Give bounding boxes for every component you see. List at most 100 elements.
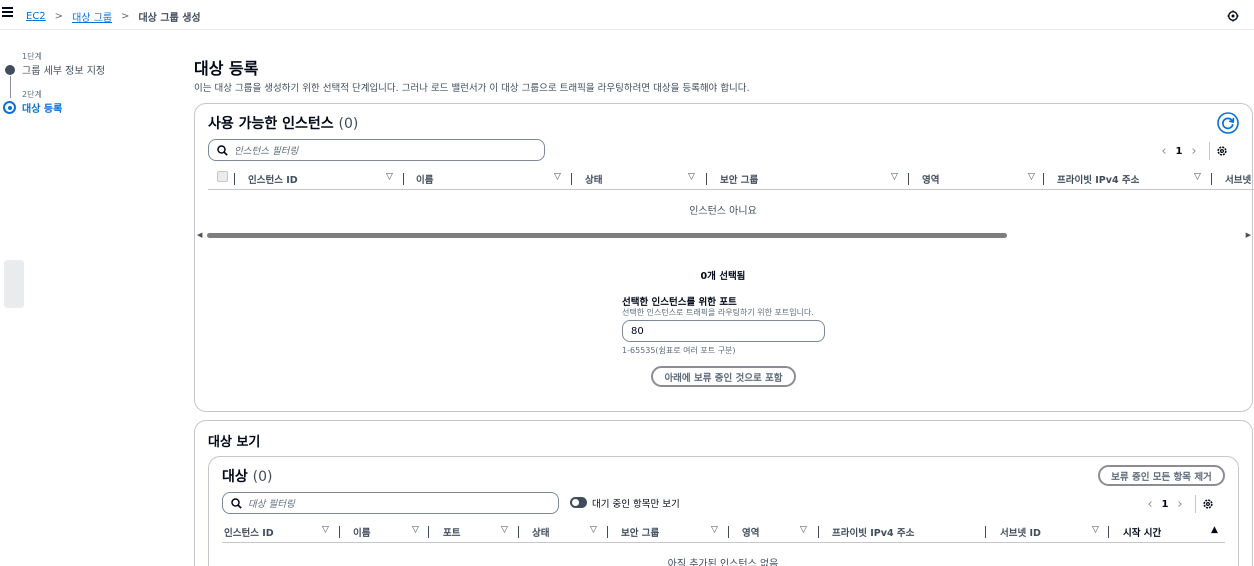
- column-separator: [571, 173, 572, 185]
- gear-icon[interactable]: [1202, 498, 1214, 510]
- column-port[interactable]: 포트: [443, 525, 460, 539]
- column-name[interactable]: 이름: [416, 172, 433, 186]
- column-separator: [518, 526, 519, 538]
- scrollbar-thumb[interactable]: [207, 233, 1007, 238]
- available-instances-heading: 사용 가능한 인스턴스 (0): [208, 113, 358, 133]
- column-subnet-id[interactable]: 서브넷 ID: [1000, 525, 1041, 539]
- column-separator: [428, 526, 429, 538]
- breadcrumb-current: 대상 그룹 생성: [138, 13, 201, 24]
- column-separator: [1108, 526, 1109, 538]
- previous-page-icon[interactable]: ‹: [1155, 144, 1173, 159]
- column-state[interactable]: 상태: [532, 525, 549, 539]
- toggle-knob: [572, 499, 579, 506]
- include-as-pending-button[interactable]: 아래에 보류 중인 것으로 포함: [651, 366, 796, 387]
- sort-caret-icon[interactable]: ▽: [688, 172, 695, 182]
- scroll-left-icon[interactable]: ◀: [197, 231, 202, 239]
- scroll-right-icon[interactable]: ▶: [1246, 231, 1251, 239]
- port-label: 선택한 인스턴스를 위한 포트: [622, 297, 737, 308]
- page-number[interactable]: 1: [1159, 499, 1171, 510]
- targets-title: 대상: [222, 469, 248, 485]
- column-state[interactable]: 상태: [585, 172, 602, 186]
- sort-caret-icon[interactable]: ▽: [1194, 172, 1201, 182]
- notifications-settings-icon[interactable]: [1227, 10, 1239, 22]
- previous-page-icon[interactable]: ‹: [1141, 497, 1159, 512]
- column-private-ipv4[interactable]: 프라이빗 IPv4 주소: [832, 525, 914, 539]
- target-search-placeholder: 대상 필터링: [248, 499, 295, 510]
- review-targets-heading: 대상 보기: [208, 435, 261, 450]
- page-description: 이는 대상 그룹을 생성하기 위한 선택적 단계입니다. 그러나 로드 밸런서가…: [194, 83, 750, 94]
- column-security-group[interactable]: 보안 그룹: [621, 525, 659, 539]
- column-separator: [339, 526, 340, 538]
- column-instance-id[interactable]: 인스턴스 ID: [248, 172, 298, 186]
- side-panel-toggle[interactable]: [4, 260, 24, 308]
- sort-caret-icon[interactable]: ▽: [412, 525, 419, 535]
- targets-heading: 대상 (0): [222, 466, 272, 486]
- sort-caret-icon[interactable]: ▽: [711, 525, 718, 535]
- step-1-number: 1단계: [22, 52, 42, 61]
- column-private-ipv4[interactable]: 프라이빗 IPv4 주소: [1057, 172, 1139, 186]
- column-separator: [1043, 173, 1044, 185]
- column-zone[interactable]: 영역: [922, 172, 939, 186]
- sort-caret-icon[interactable]: ▽: [554, 172, 561, 182]
- sort-caret-icon[interactable]: ▽: [322, 525, 329, 535]
- sort-caret-icon[interactable]: ▽: [501, 525, 508, 535]
- search-icon: [217, 144, 228, 156]
- step-1-title[interactable]: 그룹 세부 정보 지정: [22, 62, 105, 77]
- column-separator: [985, 526, 986, 538]
- column-separator: [706, 173, 707, 185]
- column-separator: [908, 173, 909, 185]
- next-page-icon[interactable]: ›: [1171, 497, 1189, 512]
- gear-icon[interactable]: [1216, 145, 1228, 157]
- page-number[interactable]: 1: [1173, 146, 1185, 157]
- column-name[interactable]: 이름: [353, 525, 370, 539]
- column-security-group[interactable]: 보안 그룹: [720, 172, 758, 186]
- port-description: 선택한 인스턴스로 트래픽을 라우팅하기 위한 포트입니다.: [622, 308, 814, 317]
- column-separator: [403, 173, 404, 185]
- show-pending-only-toggle[interactable]: [570, 497, 587, 508]
- pagination-divider: [1195, 495, 1196, 513]
- column-instance-id[interactable]: 인스턴스 ID: [224, 525, 274, 539]
- sort-caret-icon[interactable]: ▽: [590, 525, 597, 535]
- sort-caret-icon[interactable]: ▽: [386, 172, 393, 182]
- column-separator: [607, 526, 608, 538]
- step-2-active-indicator-icon: [3, 101, 16, 114]
- show-pending-only-label: 대기 중인 항목만 보기: [592, 499, 680, 510]
- port-input[interactable]: [622, 320, 825, 342]
- page-title: 대상 등록: [194, 59, 259, 78]
- sort-caret-icon[interactable]: ▽: [800, 525, 807, 535]
- step-1-indicator-icon: [5, 65, 15, 75]
- targets-empty-message: 아직 추가된 인스턴스 없음: [667, 559, 779, 566]
- instances-empty-message: 인스턴스 아니요: [689, 206, 757, 217]
- chevron-right-icon: >: [121, 11, 130, 22]
- sort-caret-icon[interactable]: ▽: [891, 172, 898, 182]
- targets-table-header: 인스턴스 ID ▽ 이름 ▽ 포트 ▽ 상태 ▽ 보안 그룹 ▽ 영역 ▽ 프라…: [222, 521, 1225, 543]
- targets-count: (0): [252, 469, 273, 485]
- select-all-checkbox[interactable]: [217, 171, 228, 182]
- column-start-time[interactable]: 시작 시간: [1123, 525, 1161, 539]
- chevron-right-icon: >: [54, 11, 64, 22]
- next-page-icon[interactable]: ›: [1185, 144, 1203, 159]
- breadcrumb-target-groups-link[interactable]: 대상 그룹: [72, 9, 112, 24]
- breadcrumb: EC2 > 대상 그룹 > 대상 그룹 생성: [26, 9, 201, 24]
- breadcrumb-ec2-link[interactable]: EC2: [26, 11, 46, 22]
- instances-table-header: 인스턴스 ID ▽ 이름 ▽ 상태 ▽ 보안 그룹 ▽ 영역 ▽ 프라이빗 IP…: [208, 168, 1254, 190]
- refresh-icon[interactable]: [1217, 112, 1239, 134]
- column-separator: [234, 173, 235, 185]
- column-separator: [728, 526, 729, 538]
- available-instances-count: (0): [338, 116, 359, 132]
- column-zone[interactable]: 영역: [742, 525, 759, 539]
- remove-all-pending-button[interactable]: 보류 중인 모든 항목 제거: [1098, 465, 1225, 486]
- menu-icon[interactable]: [2, 7, 13, 17]
- sort-caret-icon[interactable]: ▽: [1092, 525, 1099, 535]
- column-separator: [1211, 173, 1212, 185]
- target-search-input[interactable]: 대상 필터링: [222, 492, 559, 514]
- horizontal-scrollbar[interactable]: ◀ ▶: [197, 231, 1251, 240]
- available-instances-title: 사용 가능한 인스턴스: [208, 116, 334, 132]
- sort-caret-icon[interactable]: ▽: [1028, 172, 1035, 182]
- column-separator: [818, 526, 819, 538]
- port-hint: 1-65535(쉼표로 여러 포트 구분): [622, 346, 736, 355]
- sort-ascending-icon[interactable]: ▲: [1211, 525, 1218, 535]
- pagination-divider: [1209, 142, 1210, 160]
- instance-search-input[interactable]: 인스턴스 필터링: [208, 139, 545, 161]
- column-subnet[interactable]: 서브넷: [1225, 172, 1251, 186]
